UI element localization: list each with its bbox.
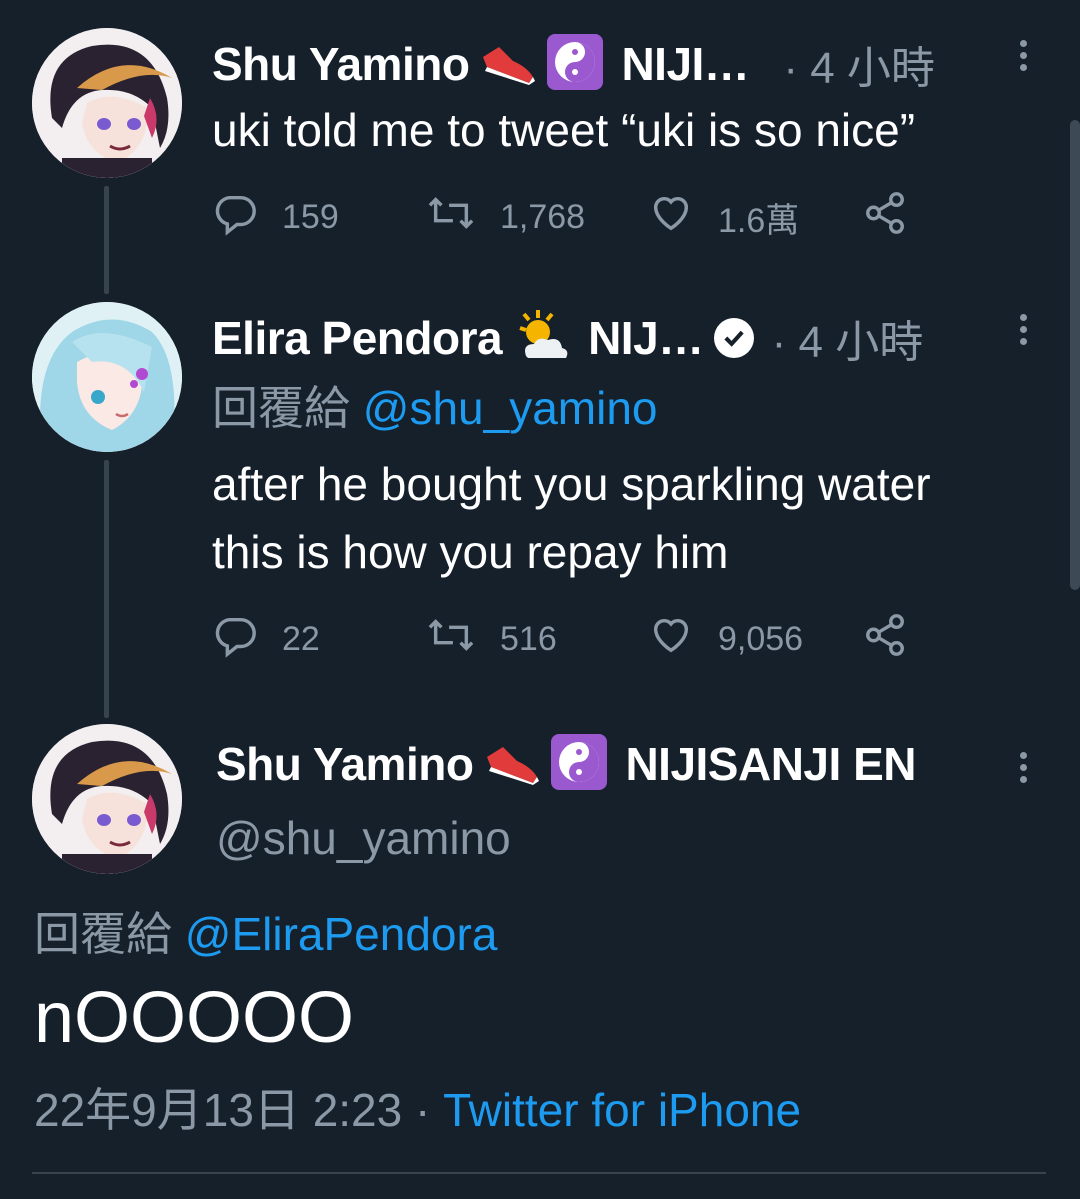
display-name[interactable]: Elira Pendora xyxy=(212,311,503,365)
display-name-suffix: NIJISANJI EN xyxy=(625,738,916,790)
reply-context: 回覆給 @EliraPendora xyxy=(34,900,497,968)
share-button[interactable] xyxy=(862,612,932,667)
more-options-icon[interactable] xyxy=(1020,314,1028,350)
sun-behind-cloud-icon xyxy=(512,308,572,369)
reply-handle-link[interactable]: @EliraPendora xyxy=(185,908,498,960)
display-name[interactable]: Shu Yamino xyxy=(216,737,474,791)
thread-line xyxy=(104,186,109,294)
heart-icon xyxy=(648,612,718,667)
more-options-icon[interactable] xyxy=(1020,40,1028,76)
display-name[interactable]: Shu Yamino xyxy=(212,37,470,91)
reply-prefix: 回覆給 xyxy=(212,382,350,434)
tweet-actions: 159 1,768 1.6萬 xyxy=(212,190,912,240)
heart-icon xyxy=(648,190,718,245)
like-count: 9,056 xyxy=(718,620,804,658)
yin-yang-icon xyxy=(547,33,604,95)
tweet-time[interactable]: · 4 小時 xyxy=(783,32,935,96)
sneaker-icon xyxy=(483,737,541,792)
tweet-time[interactable]: · 4 小時 xyxy=(772,306,924,370)
divider xyxy=(32,1172,1046,1174)
user-handle[interactable]: @shu_yamino xyxy=(216,804,511,872)
retweet-icon xyxy=(426,190,500,245)
retweet-count: 1,768 xyxy=(500,198,586,236)
tweet-text-line2: this is how you repay him xyxy=(212,526,729,578)
tweet-text: nOOOOO xyxy=(34,978,355,1058)
share-button[interactable] xyxy=(862,190,932,245)
reply-prefix: 回覆給 xyxy=(34,908,172,960)
tweet-date[interactable]: 22年9月13日 2:23 xyxy=(34,1084,402,1136)
avatar-shu[interactable] xyxy=(32,724,182,874)
tweet-meta: 22年9月13日 2:23 · Twitter for iPhone xyxy=(34,1076,801,1144)
thread-line xyxy=(104,460,109,718)
meta-separator: · xyxy=(415,1084,431,1136)
tweet-header: Shu Yamino NIJI… · 4 小時 xyxy=(212,32,935,96)
tweet-text-line1: after he bought you sparkling water xyxy=(212,458,931,510)
retweet-icon xyxy=(426,612,500,667)
sneaker-icon xyxy=(479,37,537,92)
reply-button[interactable]: 159 xyxy=(212,190,339,245)
reply-count: 22 xyxy=(282,620,320,658)
more-options-icon[interactable] xyxy=(1020,752,1028,788)
reply-handle-link[interactable]: @shu_yamino xyxy=(363,382,658,434)
reply-button[interactable]: 22 xyxy=(212,612,320,667)
reply-icon xyxy=(212,190,282,245)
tweet-actions: 22 516 9,056 xyxy=(212,612,912,662)
tweet-text: uki told me to tweet “uki is so nice” xyxy=(212,104,916,156)
tweet-source-link[interactable]: Twitter for iPhone xyxy=(443,1084,801,1136)
reply-icon xyxy=(212,612,282,667)
reply-count: 159 xyxy=(282,198,339,236)
like-button[interactable]: 1.6萬 xyxy=(648,190,799,245)
like-button[interactable]: 9,056 xyxy=(648,612,803,667)
avatar-shu[interactable] xyxy=(32,28,182,178)
display-name-suffix: NIJ… xyxy=(588,312,704,364)
retweet-count: 516 xyxy=(500,620,557,658)
yin-yang-icon xyxy=(551,733,608,795)
retweet-button[interactable]: 1,768 xyxy=(426,190,585,245)
share-icon xyxy=(862,612,932,667)
share-icon xyxy=(862,190,932,245)
like-count: 1.6萬 xyxy=(718,202,800,240)
retweet-button[interactable]: 516 xyxy=(426,612,557,667)
scrollbar[interactable] xyxy=(1070,120,1080,590)
tweet-header: Elira Pendora NIJ… · 4 小時 xyxy=(212,306,923,370)
reply-context: 回覆給 @shu_yamino xyxy=(212,374,658,442)
display-name-suffix: NIJI… xyxy=(621,38,750,90)
tweet-header: Shu Yamino NIJISANJI EN xyxy=(216,732,916,796)
avatar-elira[interactable] xyxy=(32,302,182,452)
verified-icon xyxy=(713,318,754,358)
